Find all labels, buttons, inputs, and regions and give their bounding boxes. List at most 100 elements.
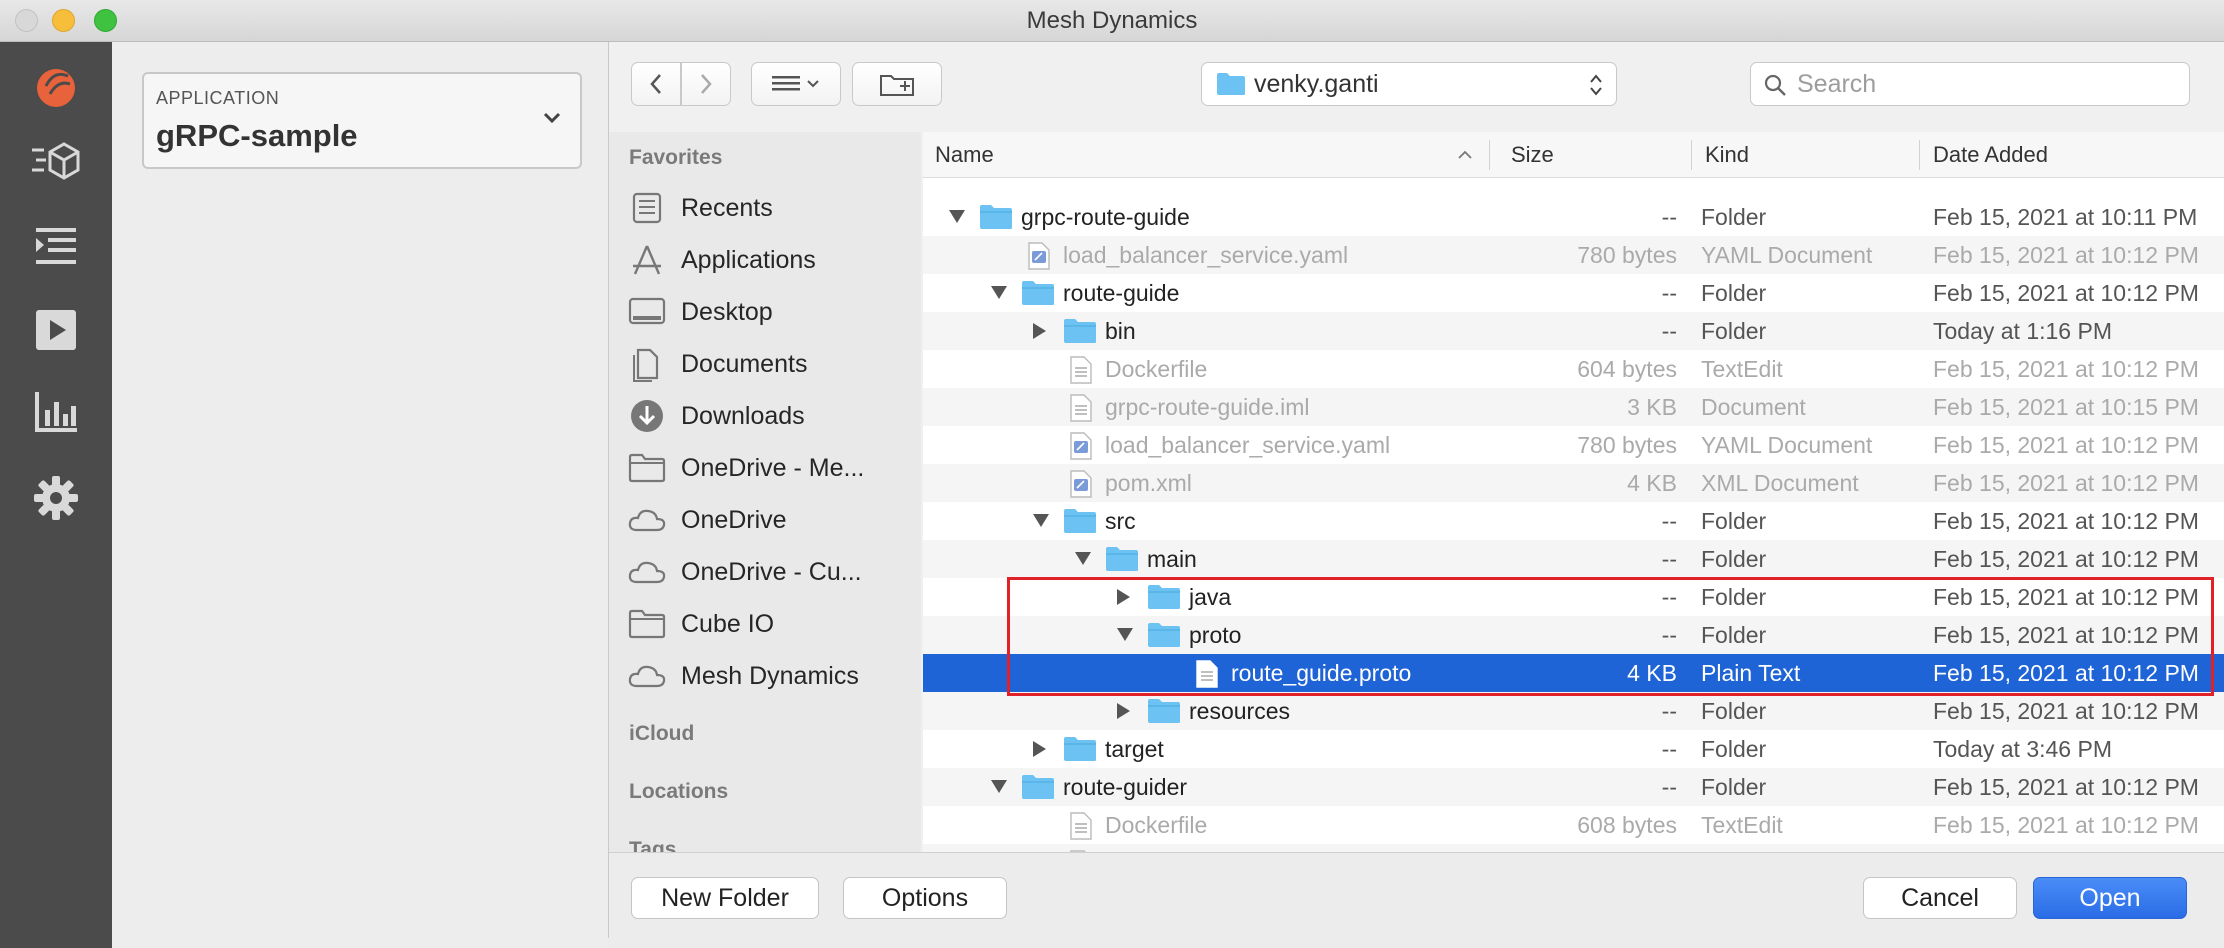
play-icon[interactable] xyxy=(26,300,86,360)
options-button[interactable]: Options xyxy=(843,877,1007,919)
name-column-header[interactable]: Name xyxy=(935,132,994,178)
updown-chevron-icon xyxy=(1590,74,1602,96)
file-size: -- xyxy=(1661,204,1677,230)
disclosure-closed-icon[interactable] xyxy=(1033,323,1046,339)
document-file-icon xyxy=(1069,356,1093,389)
gear-icon[interactable] xyxy=(26,468,86,528)
new-folder-toolbar-button[interactable] xyxy=(852,62,942,106)
location-popup[interactable]: venky.ganti xyxy=(1201,62,1617,106)
open-button[interactable]: Open xyxy=(2033,877,2187,919)
sidebar-item[interactable]: Cube IO xyxy=(627,598,917,650)
view-options-button[interactable] xyxy=(751,62,841,106)
sort-ascending-icon xyxy=(1458,150,1472,159)
forward-button[interactable] xyxy=(681,62,731,106)
file-kind: Folder xyxy=(1701,318,1767,344)
file-date: Feb 15, 2021 at 10:12 PM xyxy=(1933,774,2199,800)
file-date: Today at 3:46 PM xyxy=(1933,736,2112,762)
sidebar-item[interactable]: Desktop xyxy=(627,286,917,338)
file-date: Feb 15, 2021 at 10:12 PM xyxy=(1933,432,2199,458)
sidebar-item-label: Mesh Dynamics xyxy=(681,661,859,690)
disclosure-open-icon[interactable] xyxy=(949,210,965,223)
file-row[interactable]: grpc-route-guide -- Folder Feb 15, 2021 at … xyxy=(923,198,2224,236)
file-kind: Folder xyxy=(1701,698,1767,724)
tags-heading[interactable]: Tags xyxy=(629,838,676,852)
file-size: 780 bytes xyxy=(1577,432,1677,458)
favorites-heading: Favorites xyxy=(629,146,723,169)
cancel-button[interactable]: Cancel xyxy=(1863,877,2017,919)
size-column-header[interactable]: Size xyxy=(1511,132,1554,178)
file-kind: Folder xyxy=(1701,280,1767,306)
file-row[interactable]: grpc-route-guider.iml 3 KB Document Feb 15,… xyxy=(923,844,2224,852)
column-separator[interactable] xyxy=(1919,140,1920,170)
search-icon xyxy=(1764,74,1786,96)
column-separator[interactable] xyxy=(1489,140,1490,170)
file-size: -- xyxy=(1661,774,1677,800)
title-bar: Mesh Dynamics xyxy=(0,0,2224,42)
folder-icon xyxy=(627,604,667,644)
sidebar-item[interactable]: Documents xyxy=(627,338,917,390)
file-row[interactable]: target -- Folder Today at 3:46 PM xyxy=(923,730,2224,768)
folder-icon xyxy=(627,448,667,488)
new-folder-button[interactable]: New Folder xyxy=(631,877,819,919)
chart-icon[interactable] xyxy=(26,382,86,442)
sidebar-item[interactable]: OneDrive - Me... xyxy=(627,442,917,494)
file-row[interactable]: grpc-route-guide.iml 3 KB Document Feb 15, … xyxy=(923,388,2224,426)
column-header: Name Size Kind Date Added xyxy=(923,132,2224,178)
file-date: Feb 15, 2021 at 10:12 PM xyxy=(1933,280,2199,306)
application-selector[interactable]: APPLICATION gRPC-sample xyxy=(142,72,582,169)
folder-icon xyxy=(1217,73,1245,95)
disclosure-open-icon[interactable] xyxy=(991,780,1007,793)
file-size: 604 bytes xyxy=(1577,356,1677,382)
back-button[interactable] xyxy=(631,62,681,106)
file-name: load_balancer_service.yaml xyxy=(1063,242,1349,268)
file-row[interactable]: route-guide -- Folder Feb 15, 2021 at 10:12… xyxy=(923,274,2224,312)
disclosure-closed-icon[interactable] xyxy=(1117,703,1130,719)
file-row[interactable]: resources -- Folder Feb 15, 2021 at 10:12 P… xyxy=(923,692,2224,730)
file-row[interactable]: load_balancer_service.yaml 780 bytes YAML … xyxy=(923,236,2224,274)
file-row[interactable]: Dockerfile 604 bytes TextEdit Feb 15, 2021 … xyxy=(923,350,2224,388)
file-name: grpc-route-guider.iml xyxy=(1105,844,1316,852)
disclosure-closed-icon[interactable] xyxy=(1033,741,1046,757)
disclosure-open-icon[interactable] xyxy=(991,286,1007,299)
sidebar-item[interactable]: Applications xyxy=(627,234,917,286)
list-icon[interactable] xyxy=(26,216,86,276)
sidebar-item-label: Documents xyxy=(681,349,808,378)
file-name: Dockerfile xyxy=(1105,356,1208,382)
cube-test-icon[interactable] xyxy=(26,132,86,192)
search-field[interactable]: Search xyxy=(1750,62,2190,106)
sidebar-item[interactable]: Downloads xyxy=(627,390,917,442)
logo-icon[interactable] xyxy=(26,56,86,116)
column-separator[interactable] xyxy=(1691,140,1692,170)
selected-application: gRPC-sample xyxy=(156,118,358,153)
file-size: -- xyxy=(1661,546,1677,572)
file-row[interactable]: route-guider -- Folder Feb 15, 2021 at 10:1… xyxy=(923,768,2224,806)
file-name: src xyxy=(1105,508,1136,534)
sidebar-item[interactable]: OneDrive xyxy=(627,494,917,546)
cloud-icon xyxy=(627,552,667,592)
locations-heading[interactable]: Locations xyxy=(629,780,728,804)
file-row[interactable]: pom.xml 4 KB XML Document Feb 15, 2021 at 1… xyxy=(923,464,2224,502)
file-name: route-guider xyxy=(1063,774,1188,800)
sidebar-item[interactable]: Recents xyxy=(627,182,917,234)
file-row[interactable]: load_balancer_service.yaml 780 bytes YAML … xyxy=(923,426,2224,464)
sidebar-item-label: Applications xyxy=(681,245,816,274)
kind-column-header[interactable]: Kind xyxy=(1705,132,1749,178)
file-row[interactable]: Dockerfile 608 bytes TextEdit Feb 15, 2021 … xyxy=(923,806,2224,844)
file-row[interactable]: bin -- Folder Today at 1:16 PM xyxy=(923,312,2224,350)
file-row[interactable]: main -- Folder Feb 15, 2021 at 10:12 PM xyxy=(923,540,2224,578)
date-added-column-header[interactable]: Date Added xyxy=(1933,132,2048,178)
file-kind: Folder xyxy=(1701,546,1767,572)
file-row[interactable]: src -- Folder Feb 15, 2021 at 10:12 PM xyxy=(923,502,2224,540)
file-name: target xyxy=(1105,736,1164,762)
desktop-icon xyxy=(627,292,667,332)
disclosure-open-icon[interactable] xyxy=(1033,514,1049,527)
icloud-heading[interactable]: iCloud xyxy=(629,722,694,746)
file-name: grpc-route-guide.iml xyxy=(1105,394,1310,420)
search-placeholder: Search xyxy=(1797,70,1877,98)
file-kind: TextEdit xyxy=(1701,812,1783,838)
disclosure-open-icon[interactable] xyxy=(1075,552,1091,565)
sidebar-item[interactable]: Mesh Dynamics xyxy=(627,650,917,702)
file-name: bin xyxy=(1105,318,1136,344)
sidebar-item-label: Downloads xyxy=(681,401,805,430)
sidebar-item[interactable]: OneDrive - Cu... xyxy=(627,546,917,598)
